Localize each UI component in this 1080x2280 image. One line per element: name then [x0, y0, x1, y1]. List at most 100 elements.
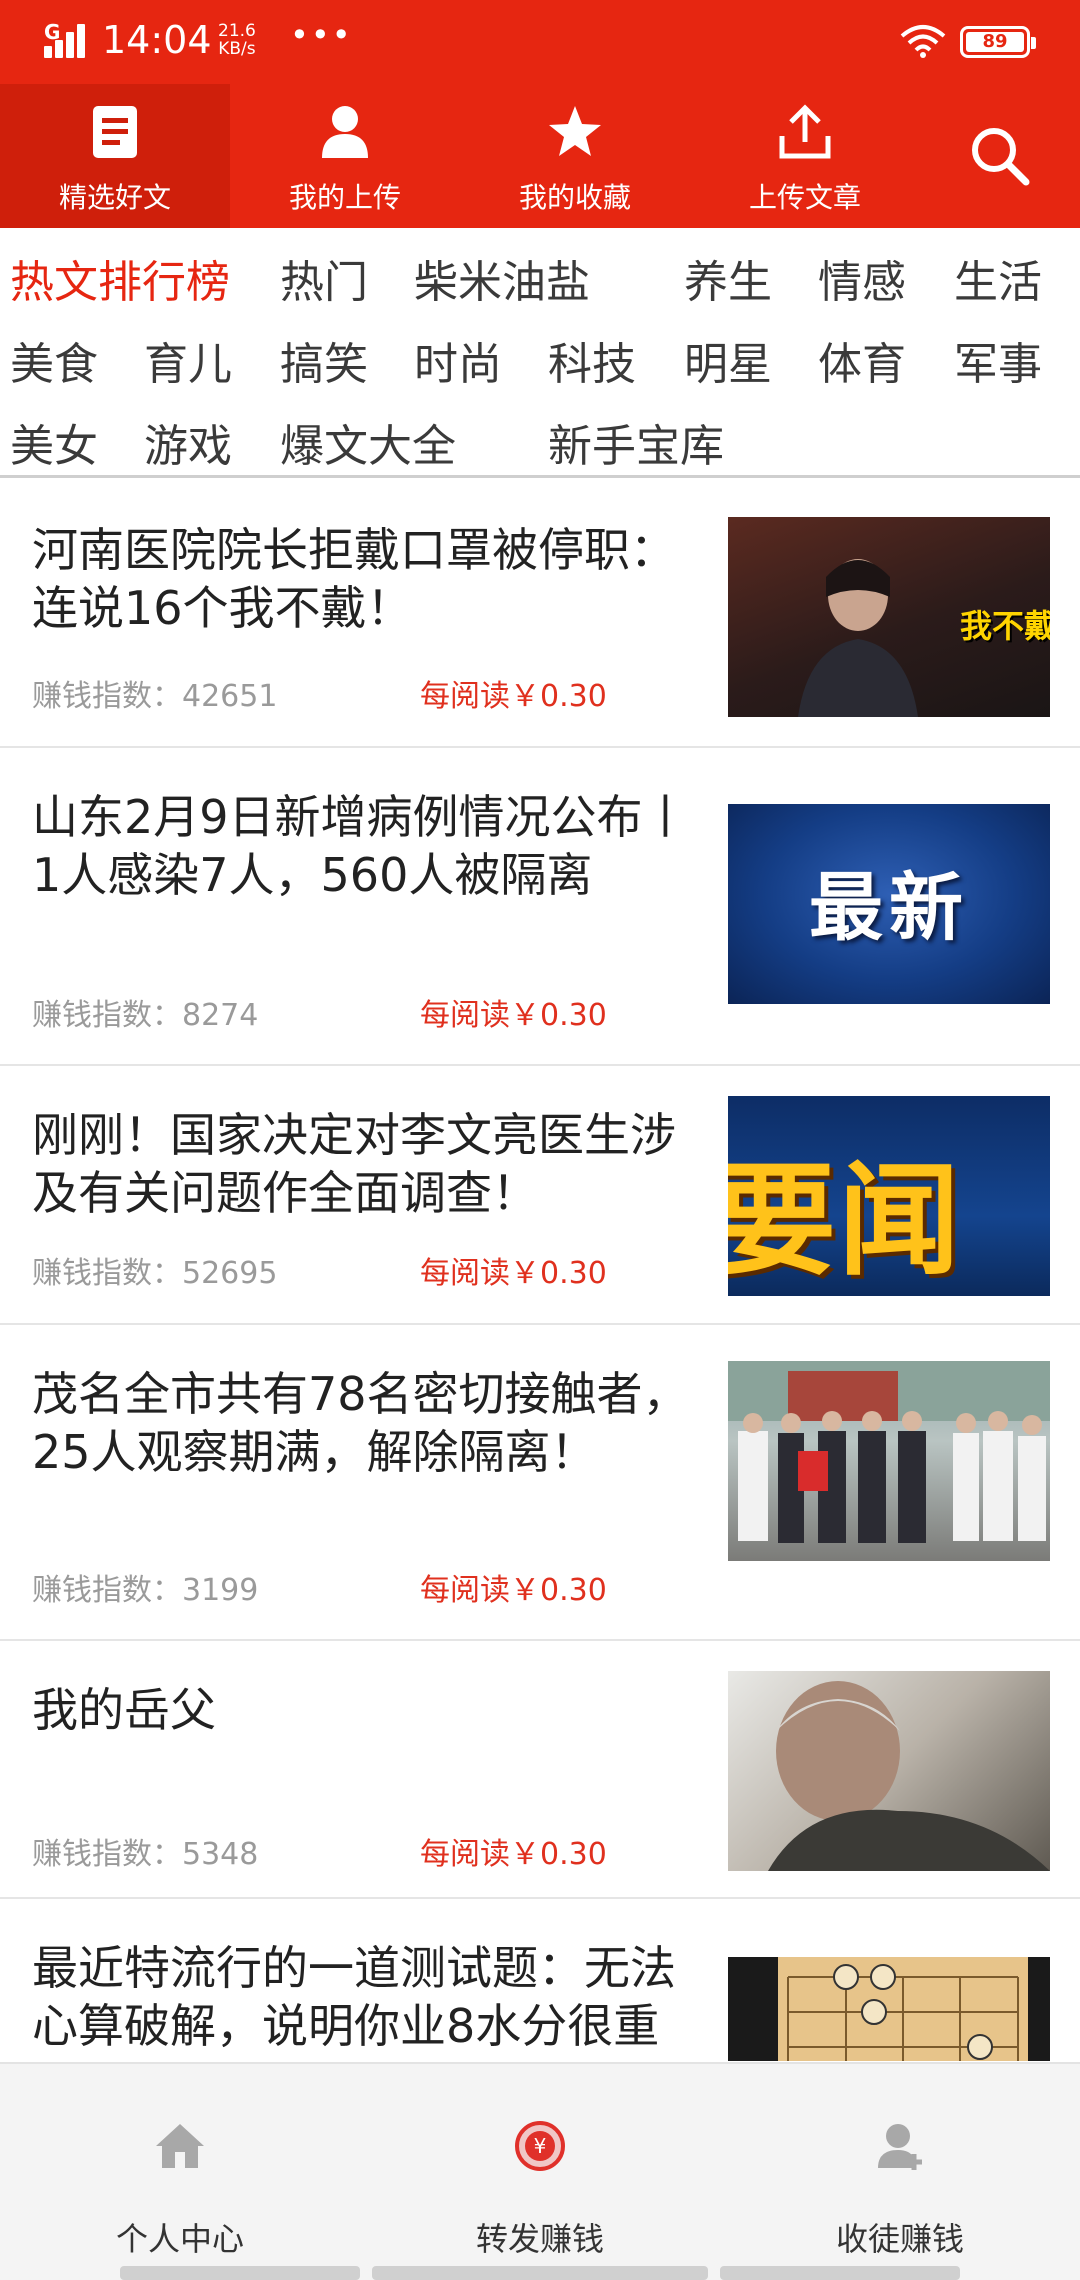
- earning-index: 赚钱指数：8274: [32, 990, 258, 1034]
- signal-icon: G: [44, 20, 94, 58]
- category-grid: 热文排行榜 热门 柴米油盐 养生 情感 生活 美食 育儿 搞笑 时尚 科技 明星…: [0, 228, 1080, 478]
- category-item[interactable]: 养生: [684, 246, 772, 310]
- category-item[interactable]: 游戏: [144, 410, 232, 474]
- pay-per-read: 每阅读￥0.30: [420, 1573, 607, 1608]
- article-icon: [93, 106, 137, 158]
- pay-per-read: 每阅读￥0.30: [420, 1256, 607, 1291]
- top-nav: 精选好文 我的上传 我的收藏 上传文章: [0, 84, 1080, 228]
- article-title: 茂名全市共有78名密切接触者，25人观察期满，解除隔离！: [32, 1367, 689, 1479]
- article-title: 我的岳父: [32, 1683, 216, 1737]
- chess-board-image: [778, 1957, 1028, 2061]
- battery-level: 89: [966, 32, 1024, 52]
- earning-index: 赚钱指数：3199: [32, 1565, 258, 1609]
- category-item[interactable]: 搞笑: [280, 328, 368, 392]
- speed-unit: KB/s: [218, 39, 256, 59]
- article-thumbnail: [728, 1361, 1050, 1561]
- nav-my-favorites[interactable]: 我的收藏: [460, 84, 690, 228]
- article-card[interactable]: 山东2月9日新增病例情况公布丨1人感染7人，560人被隔离 赚钱指数：8274 …: [0, 748, 1080, 1066]
- yuan-coin-icon: ¥: [515, 2121, 565, 2171]
- tab-label: 个人中心: [115, 2220, 244, 2258]
- nav-upload-article[interactable]: 上传文章: [690, 84, 920, 228]
- person-image: [798, 559, 918, 717]
- thumbnail-caption: 最新: [809, 865, 969, 951]
- earning-index-label: 赚钱指数：: [32, 679, 182, 714]
- article-card[interactable]: 最近特流行的一道测试题：无法心算破解，说明你业8水分很重: [0, 1899, 1080, 2061]
- star-icon: [549, 106, 601, 156]
- earning-index-value: 52695: [182, 1256, 278, 1291]
- tab-label: 收徒赚钱: [835, 2220, 964, 2258]
- network-speed: 21.6 KB/s: [218, 22, 256, 58]
- category-item[interactable]: 新手宝库: [548, 410, 724, 474]
- article-thumbnail: [728, 1957, 1050, 2061]
- category-item[interactable]: 生活: [954, 246, 1042, 310]
- category-hot-ranking[interactable]: 热文排行榜: [10, 246, 230, 310]
- nav-my-uploads[interactable]: 我的上传: [230, 84, 460, 228]
- earning-index: 赚钱指数：52695: [32, 1248, 277, 1292]
- system-nav-indicator: [120, 2266, 360, 2280]
- article-thumbnail: 最新: [728, 804, 1050, 1004]
- earning-index-value: 5348: [182, 1837, 259, 1872]
- elderly-man-image: [768, 1681, 1050, 1871]
- nav-label: 我的收藏: [518, 181, 631, 214]
- thumbnail-caption: 我不戴: [959, 607, 1050, 645]
- system-nav-indicator: [372, 2266, 708, 2280]
- earning-index-value: 8274: [182, 998, 259, 1033]
- article-title: 刚刚！国家决定对李文亮医生涉及有关问题作全面调查！: [32, 1108, 676, 1220]
- article-card[interactable]: 茂名全市共有78名密切接触者，25人观察期满，解除隔离！ 赚钱指数：3199 每…: [0, 1325, 1080, 1641]
- speed-value: 21.6: [218, 21, 256, 41]
- search-icon[interactable]: [968, 124, 1032, 188]
- group-photo-image: [728, 1361, 1050, 1543]
- earning-index-value: 3199: [182, 1573, 259, 1608]
- status-bar: G 14:04 21.6 KB/s ••• 89: [0, 0, 1080, 84]
- pay-per-read: 每阅读￥0.30: [420, 679, 607, 714]
- earning-index-label: 赚钱指数：: [32, 1256, 182, 1291]
- earning-index: 赚钱指数：42651: [32, 671, 277, 715]
- home-icon: [156, 2124, 204, 2168]
- nav-label: 我的上传: [288, 181, 401, 214]
- upload-icon: [779, 104, 831, 159]
- category-item[interactable]: 美女: [10, 410, 98, 474]
- earning-index-label: 赚钱指数：: [32, 1837, 182, 1872]
- article-card[interactable]: 河南医院院长拒戴口罩被停职：连说16个我不戴！ 赚钱指数：42651 每阅读￥0…: [0, 481, 1080, 748]
- category-item[interactable]: 美食: [10, 328, 98, 392]
- earning-index-label: 赚钱指数：: [32, 998, 182, 1033]
- article-title: 河南医院院长拒戴口罩被停职：连说16个我不戴！: [32, 523, 676, 635]
- article-title: 山东2月9日新增病例情况公布丨1人感染7人，560人被隔离: [32, 790, 689, 902]
- article-thumbnail: 我不戴: [728, 517, 1050, 717]
- category-item[interactable]: 科技: [548, 328, 636, 392]
- pay-per-read: 每阅读￥0.30: [420, 998, 607, 1033]
- category-item[interactable]: 爆文大全: [280, 410, 456, 474]
- wifi-icon: [900, 25, 946, 58]
- earning-index-value: 42651: [182, 679, 278, 714]
- category-item[interactable]: 军事: [954, 328, 1042, 392]
- tab-recruit-earn[interactable]: 收徒赚钱: [720, 2064, 1080, 2264]
- bottom-tab-bar: 个人中心 ¥ 转发赚钱 收徒赚钱: [0, 2062, 1080, 2280]
- tab-personal-center[interactable]: 个人中心: [0, 2064, 360, 2264]
- category-item[interactable]: 热门: [280, 246, 368, 310]
- system-nav-indicator: [720, 2266, 960, 2280]
- more-dots-icon: •••: [290, 16, 353, 54]
- category-item[interactable]: 明星: [684, 328, 772, 392]
- user-icon: [322, 106, 368, 158]
- nav-featured-articles[interactable]: 精选好文: [0, 84, 230, 228]
- tab-label: 转发赚钱: [475, 2220, 604, 2258]
- earning-index-label: 赚钱指数：: [32, 1573, 182, 1608]
- category-item[interactable]: 育儿: [144, 328, 232, 392]
- tab-share-earn[interactable]: ¥ 转发赚钱: [360, 2064, 720, 2264]
- category-item[interactable]: 情感: [818, 246, 906, 310]
- pay-per-read: 每阅读￥0.30: [420, 1837, 607, 1872]
- article-thumbnail: 要闻: [728, 1096, 1050, 1296]
- thumbnail-caption: 要闻: [728, 1150, 962, 1292]
- category-item[interactable]: 体育: [818, 328, 906, 392]
- person-add-icon: [878, 2124, 922, 2170]
- article-card[interactable]: 刚刚！国家决定对李文亮医生涉及有关问题作全面调查！ 赚钱指数：52695 每阅读…: [0, 1066, 1080, 1325]
- svg-text:¥: ¥: [534, 2134, 547, 2158]
- category-item[interactable]: 柴米油盐: [414, 246, 590, 310]
- battery-icon: 89: [960, 26, 1036, 58]
- article-title: 最近特流行的一道测试题：无法心算破解，说明你业8水分很重: [32, 1941, 676, 2053]
- article-card[interactable]: 我的岳父 赚钱指数：5348 每阅读￥0.30: [0, 1641, 1080, 1899]
- article-thumbnail: [728, 1671, 1050, 1871]
- category-item[interactable]: 时尚: [414, 328, 502, 392]
- earning-index: 赚钱指数：5348: [32, 1829, 258, 1873]
- article-list: 河南医院院长拒戴口罩被停职：连说16个我不戴！ 赚钱指数：42651 每阅读￥0…: [0, 481, 1080, 2061]
